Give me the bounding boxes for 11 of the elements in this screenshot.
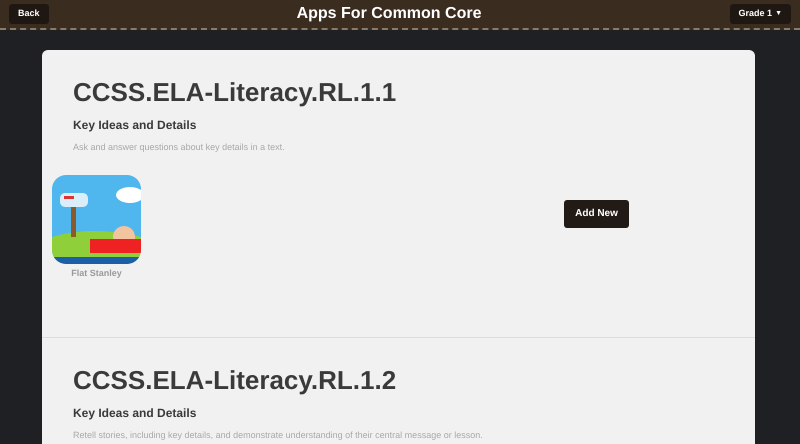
standard-subtitle: Key Ideas and Details	[73, 117, 198, 134]
app-icon[interactable]	[52, 174, 141, 264]
standard-description: Retell stories, including key details, and demonstrate understanding of their central message or lesson.	[73, 429, 484, 442]
standard-code: CCSS.ELA-Literacy.RL.1.2	[73, 364, 398, 396]
add-new-button[interactable]: Add New	[564, 200, 629, 228]
standard-description: Ask and answer questions about key details in a text.	[73, 141, 286, 154]
app-name: Flat Stanley	[71, 266, 122, 280]
back-button[interactable]: Back	[9, 4, 49, 24]
standard-subtitle: Key Ideas and Details	[73, 405, 198, 422]
standard-code: CCSS.ELA-Literacy.RL.1.1	[73, 76, 398, 108]
page-title: Apps For Common Core	[296, 4, 482, 24]
